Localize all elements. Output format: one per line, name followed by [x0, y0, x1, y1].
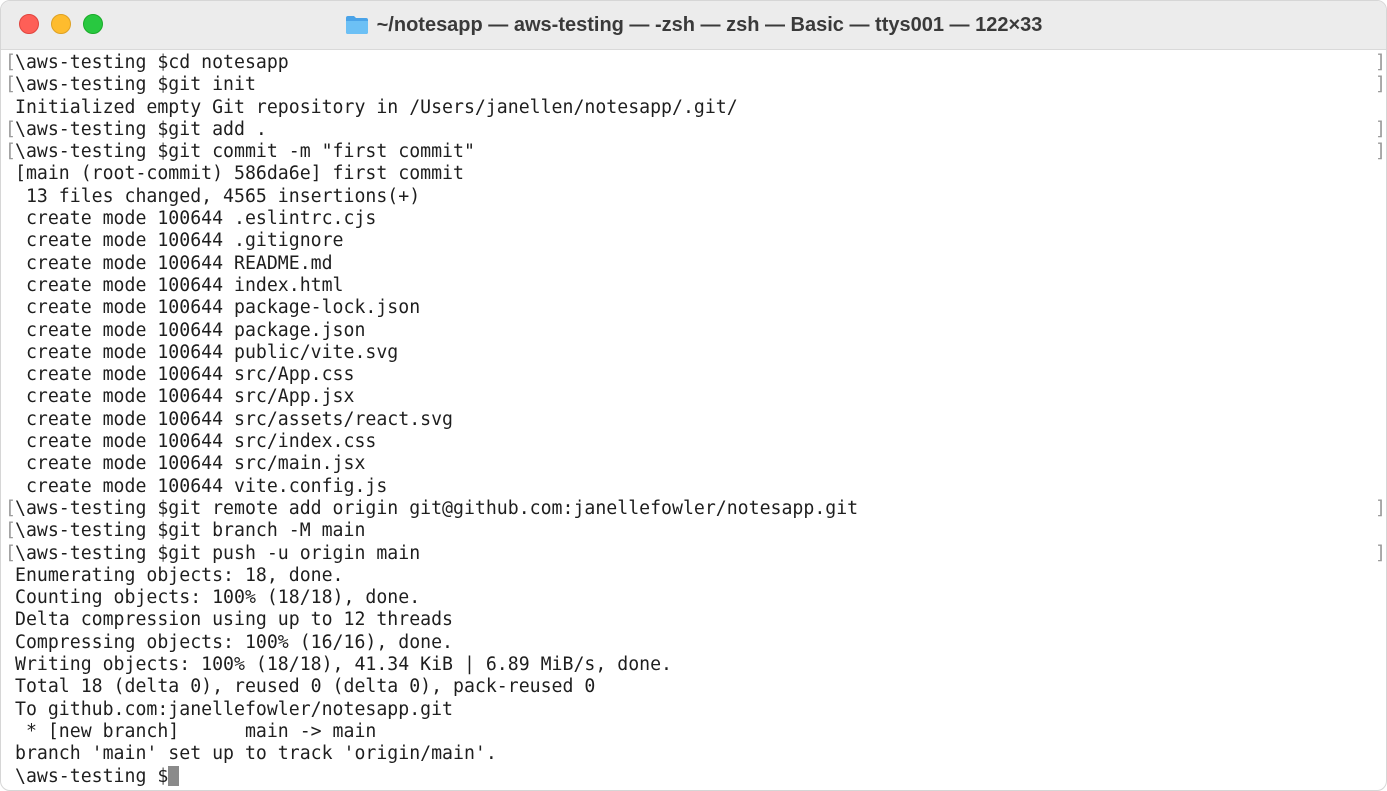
line-mark-left: [	[5, 52, 16, 73]
line-mark-right: ]	[1375, 118, 1386, 140]
terminal-line-text: branch 'main' set up to track 'origin/ma…	[15, 743, 497, 765]
terminal-line: create mode 100644 src/main.jsx	[15, 453, 1370, 475]
line-mark-left: [	[5, 118, 16, 140]
line-mark-left: [	[5, 497, 16, 519]
terminal-line-text: Delta compression using up to 12 threads	[15, 609, 453, 631]
terminal-line: To github.com:janellefowler/notesapp.git	[15, 699, 1370, 721]
terminal-line-text: * [new branch] main -> main	[15, 720, 377, 742]
terminal-line-text: \aws-testing $git remote add origin git@…	[15, 497, 859, 519]
terminal-line: create mode 100644 index.html	[15, 275, 1370, 297]
terminal-line: create mode 100644 package.json	[15, 320, 1370, 342]
terminal-line-text: create mode 100644 .eslintrc.cjs	[15, 208, 377, 230]
terminal-line-text: \aws-testing $git branch -M main	[15, 520, 366, 542]
terminal-line: [\aws-testing $git init]	[5, 74, 1386, 96]
terminal-line-text: Initialized empty Git repository in /Use…	[15, 96, 738, 118]
terminal-line-text: \aws-testing $git init	[15, 74, 256, 96]
terminal-line: Total 18 (delta 0), reused 0 (delta 0), …	[15, 676, 1370, 698]
line-mark-left: [	[5, 520, 16, 542]
line-mark-right: ]	[1375, 497, 1386, 519]
terminal-line: 13 files changed, 4565 insertions(+)	[15, 186, 1370, 208]
line-mark-left: [	[5, 74, 16, 96]
terminal-line: Writing objects: 100% (18/18), 41.34 KiB…	[15, 654, 1370, 676]
terminal-line: [\aws-testing $git remote add origin git…	[5, 497, 1386, 520]
terminal-line: [\aws-testing $cd notesapp]	[5, 52, 1386, 74]
line-mark-left: [	[5, 542, 16, 564]
terminal-line: Compressing objects: 100% (16/16), done.	[15, 632, 1370, 654]
terminal-line: [\aws-testing $git add .]	[5, 118, 1386, 141]
prompt-line[interactable]: \aws-testing $	[15, 765, 1370, 788]
terminal-line-text: create mode 100644 src/main.jsx	[15, 453, 366, 475]
terminal-output[interactable]: [\aws-testing $cd notesapp][\aws-testing…	[5, 52, 1386, 788]
terminal-line-text: [main (root-commit) 586da6e] first commi…	[15, 163, 464, 185]
terminal-line-text: create mode 100644 README.md	[15, 252, 333, 274]
text-cursor	[168, 765, 180, 786]
terminal-line-text: \aws-testing $git commit -m "first commi…	[15, 141, 475, 163]
terminal-window: ~/notesapp — aws-testing — -zsh — zsh — …	[0, 0, 1387, 791]
terminal-line-text: create mode 100644 public/vite.svg	[15, 341, 399, 363]
terminal-line: create mode 100644 src/index.css	[15, 431, 1370, 453]
terminal-line: create mode 100644 .eslintrc.cjs	[15, 208, 1370, 230]
line-mark-right: ]	[1375, 542, 1386, 564]
line-mark-right: ]	[1375, 74, 1386, 96]
prompt-text: \aws-testing $	[15, 765, 169, 787]
line-mark-right: ]	[1375, 52, 1386, 73]
terminal-line-text: create mode 100644 index.html	[15, 274, 344, 296]
terminal-line: Initialized empty Git repository in /Use…	[15, 97, 1370, 119]
terminal-line-text: create mode 100644 .gitignore	[15, 230, 344, 252]
terminal-line-text: Compressing objects: 100% (16/16), done.	[15, 631, 453, 653]
terminal-line: Delta compression using up to 12 threads	[15, 609, 1370, 631]
terminal-line-text: \aws-testing $cd notesapp	[15, 52, 289, 73]
terminal-line: create mode 100644 package-lock.json	[15, 297, 1370, 319]
folder-icon	[345, 13, 369, 37]
terminal-line-text: create mode 100644 vite.config.js	[15, 475, 388, 497]
terminal-line: create mode 100644 src/App.css	[15, 364, 1370, 386]
terminal-line-text: To github.com:janellefowler/notesapp.git	[15, 698, 453, 720]
terminal-line: [\aws-testing $git branch -M main	[5, 520, 1370, 542]
line-mark-right: ]	[1375, 141, 1386, 163]
terminal-line: create mode 100644 vite.config.js	[15, 476, 1370, 498]
terminal-line-text: Enumerating objects: 18, done.	[15, 564, 344, 586]
terminal-line: create mode 100644 README.md	[15, 253, 1370, 275]
terminal-line-text: create mode 100644 package-lock.json	[15, 297, 421, 319]
terminal-line: Enumerating objects: 18, done.	[15, 565, 1370, 587]
terminal-line-text: create mode 100644 src/App.css	[15, 364, 355, 386]
terminal-line: create mode 100644 src/App.jsx	[15, 386, 1370, 408]
title-wrap: ~/notesapp — aws-testing — -zsh — zsh — …	[1, 1, 1386, 49]
terminal-line: [main (root-commit) 586da6e] first commi…	[15, 163, 1370, 185]
terminal-line-text: Counting objects: 100% (18/18), done.	[15, 587, 421, 609]
title-bar[interactable]: ~/notesapp — aws-testing — -zsh — zsh — …	[1, 1, 1386, 50]
window-title: ~/notesapp — aws-testing — -zsh — zsh — …	[376, 13, 1043, 36]
terminal-line-text: \aws-testing $git push -u origin main	[15, 542, 421, 564]
terminal-line-text: create mode 100644 package.json	[15, 319, 366, 341]
terminal-line: create mode 100644 public/vite.svg	[15, 342, 1370, 364]
terminal-line-text: \aws-testing $git add .	[15, 118, 267, 140]
terminal-line-text: Writing objects: 100% (18/18), 41.34 KiB…	[15, 654, 672, 676]
terminal-line: create mode 100644 src/assets/react.svg	[15, 409, 1370, 431]
terminal-line: branch 'main' set up to track 'origin/ma…	[15, 743, 1370, 765]
terminal-line-text: create mode 100644 src/index.css	[15, 431, 377, 453]
terminal-line-text: create mode 100644 src/App.jsx	[15, 386, 355, 408]
terminal-line: * [new branch] main -> main	[15, 721, 1370, 743]
terminal-line-text: create mode 100644 src/assets/react.svg	[15, 408, 453, 430]
terminal-line: [\aws-testing $git commit -m "first comm…	[5, 141, 1386, 163]
terminal-line-text: 13 files changed, 4565 insertions(+)	[15, 185, 421, 207]
terminal-line-text: Total 18 (delta 0), reused 0 (delta 0), …	[15, 676, 596, 698]
terminal-line: create mode 100644 .gitignore	[15, 230, 1370, 252]
line-mark-left: [	[5, 141, 16, 163]
terminal-line: Counting objects: 100% (18/18), done.	[15, 587, 1370, 609]
terminal-line: [\aws-testing $git push -u origin main]	[5, 542, 1386, 565]
